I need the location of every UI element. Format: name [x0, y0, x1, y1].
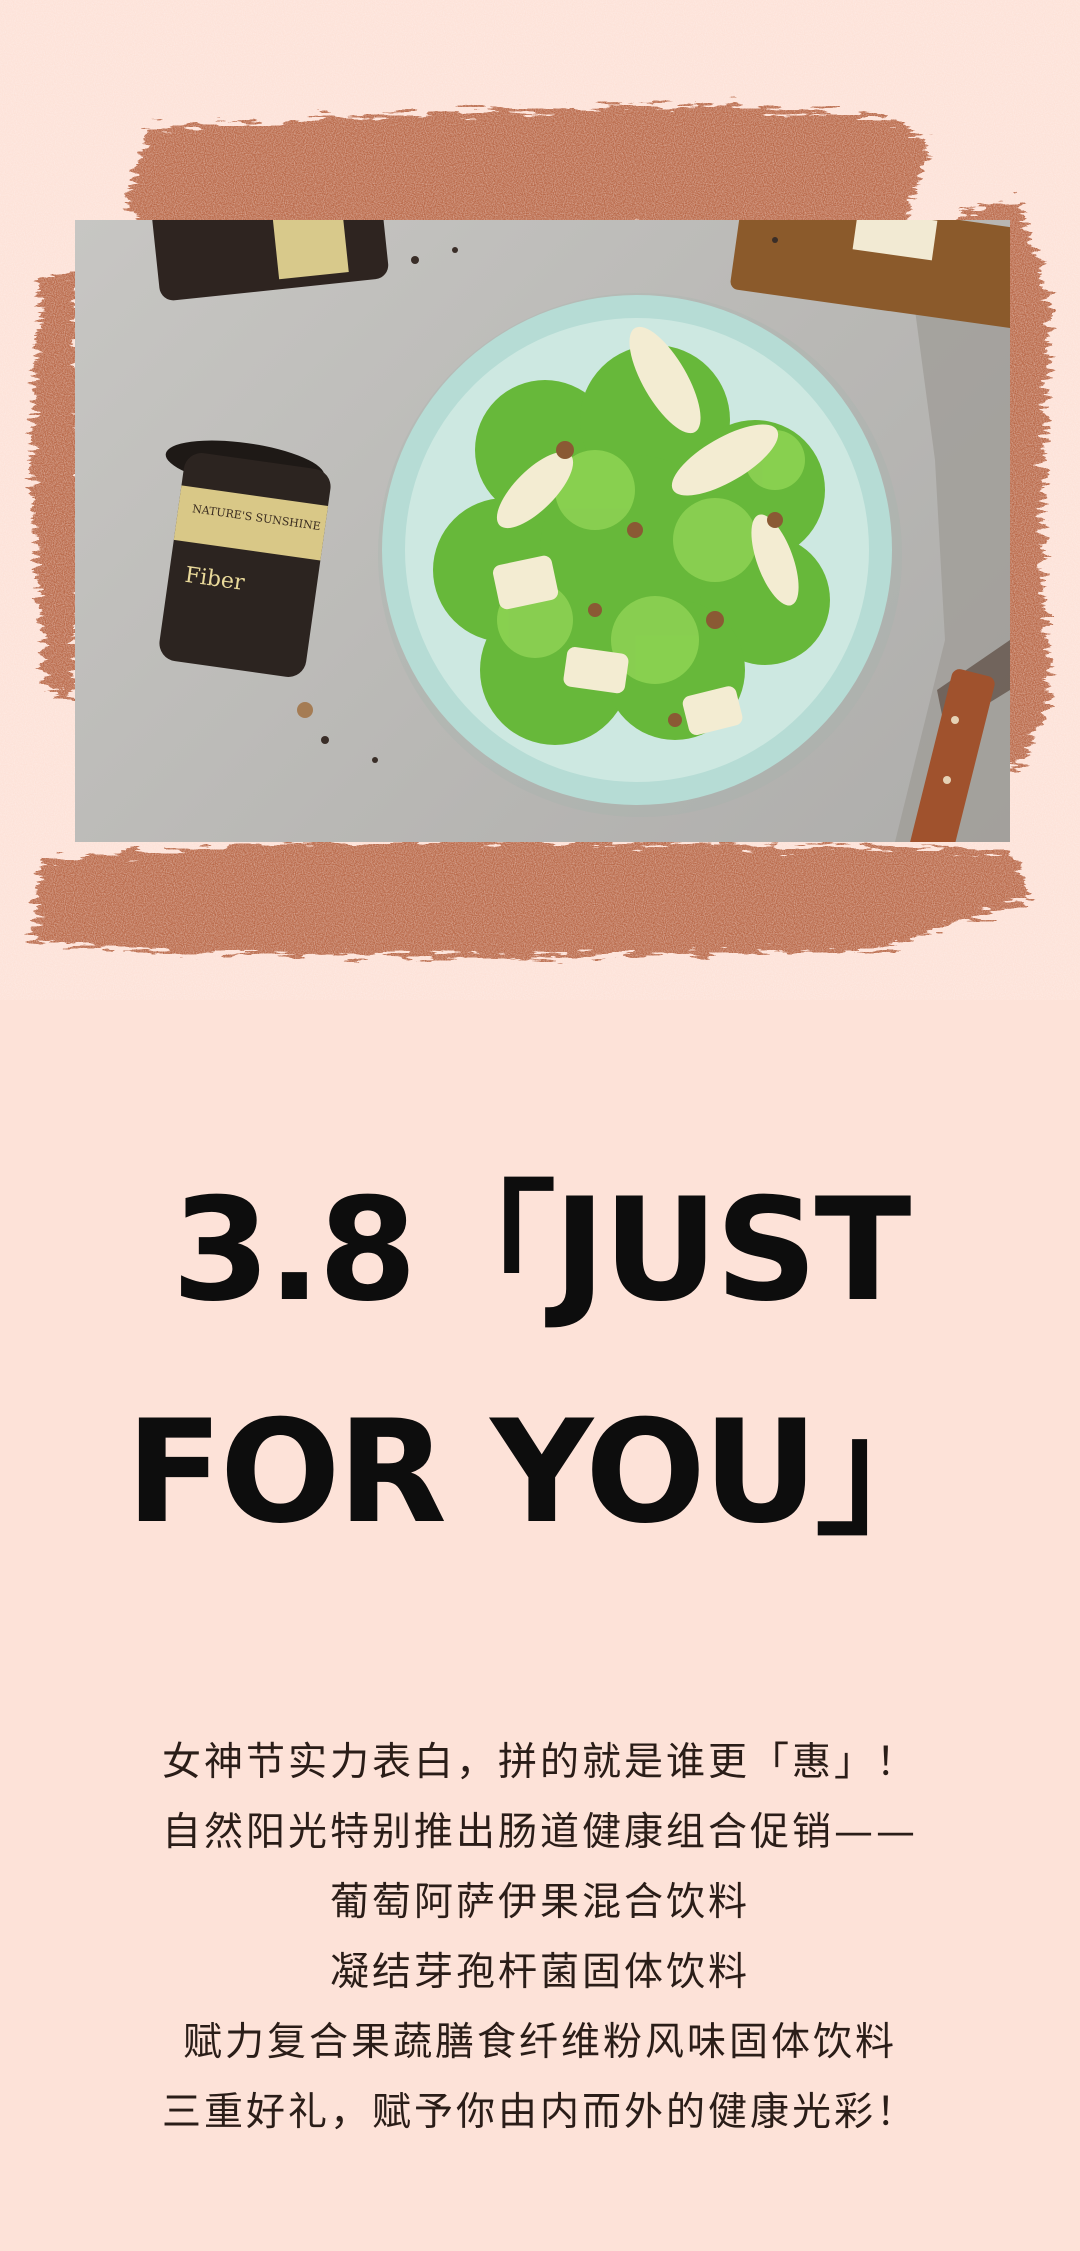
fiber-jar: NATURE'S SUNSHINE Fiber [159, 440, 331, 677]
promo-copy: 女神节实力表白，拼的就是谁更「惠」！ 自然阳光特别推出肠道健康组合促销—— 葡萄… [0, 1728, 1080, 2148]
headline-line-1: 3.8「JUST [171, 1168, 912, 1333]
copy-line: 三重好礼，赋予你由内而外的健康光彩！ [161, 2090, 918, 2135]
copy-line: 赋力复合果蔬膳食纤维粉风味固体饮料 [182, 2020, 897, 2065]
copy-line: 女神节实力表白，拼的就是谁更「惠」！ [161, 1740, 918, 1785]
salad-bowl [378, 293, 902, 817]
headline: 3.8「JUST FOR YOU」 [0, 1140, 1080, 1584]
fiber-jar-top [150, 220, 389, 301]
copy-line: 葡萄阿萨伊果混合饮料 [329, 1880, 750, 1925]
hero-section: NATURE'S SUNSHINE Fiber [0, 0, 1080, 1000]
salad-photo: NATURE'S SUNSHINE Fiber [75, 220, 1010, 842]
copy-line: 自然阳光特别推出肠道健康组合促销—— [161, 1810, 918, 1855]
copy-line: 凝结芽孢杆菌固体饮料 [329, 1950, 750, 1995]
headline-line-2: FOR YOU」 [125, 1390, 957, 1555]
